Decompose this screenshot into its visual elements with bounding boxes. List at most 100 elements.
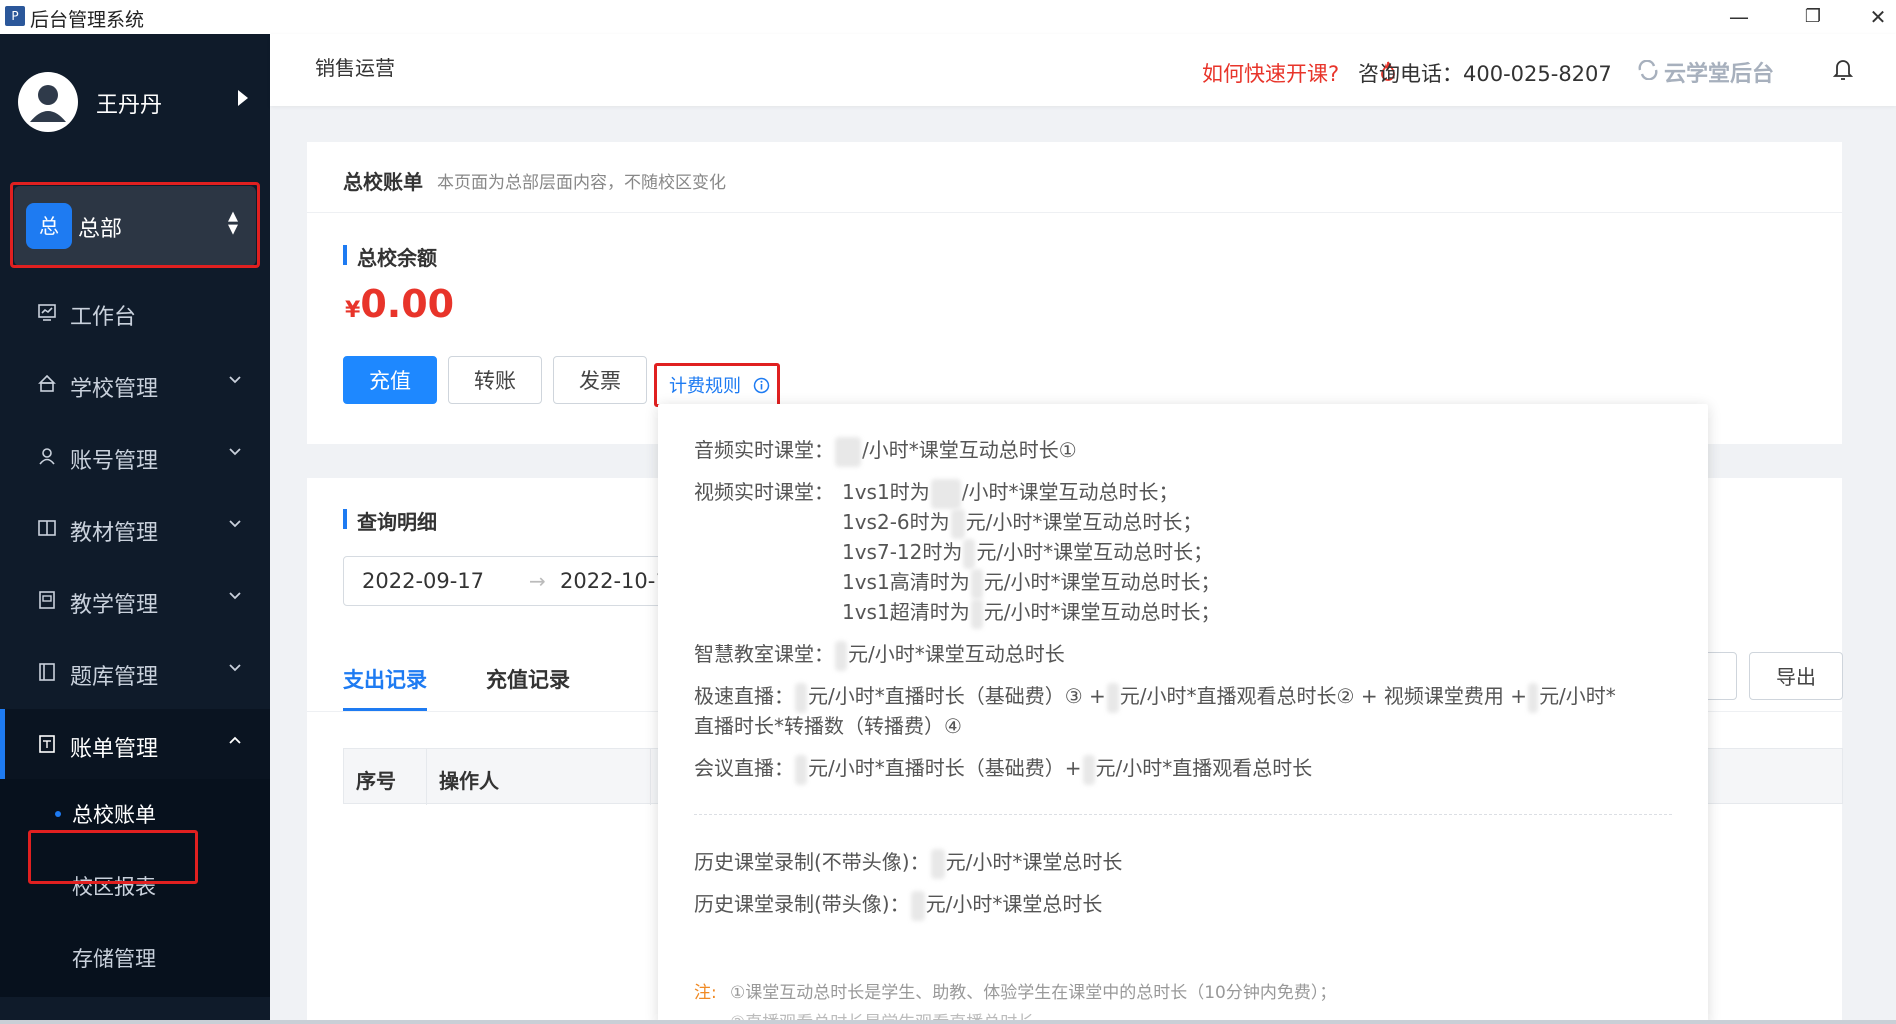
- balance-section-title: 总校余额: [343, 242, 437, 271]
- rule-fast-live-line2: 直播时长*转播数（转播费）④: [694, 714, 962, 738]
- submenu-label: 总校账单: [72, 803, 156, 827]
- user-name: 王丹丹: [96, 93, 163, 118]
- minimize-button[interactable]: —: [1714, 0, 1764, 34]
- bill-icon: [39, 735, 55, 753]
- menu-label: 教学管理: [70, 593, 159, 618]
- menu-item-teaching[interactable]: 教学管理: [0, 565, 270, 637]
- export-button[interactable]: 导出: [1749, 652, 1843, 700]
- menu-label: 题库管理: [70, 665, 159, 690]
- window-bottom-border: [0, 1020, 1896, 1024]
- redacted-price: [835, 436, 861, 467]
- rule-fast-live: 极速直播： 元/小时*直播时长（基础费）③ + 元/小时*直播观看总时长② + 视频…: [694, 680, 1616, 713]
- submenu-highlight-box: [28, 830, 198, 884]
- redacted-price: [835, 640, 847, 671]
- date-start: 2022-09-17: [362, 569, 485, 593]
- chevron-down-icon: [229, 448, 241, 456]
- currency-symbol: ¥: [345, 298, 361, 323]
- menu-item-school[interactable]: 学校管理: [0, 349, 270, 421]
- hotline-text: 咨询电话：400-025-8207: [1358, 62, 1612, 86]
- user-profile[interactable]: 王丹丹: [0, 34, 270, 164]
- note-label: 注:: [694, 983, 717, 1003]
- chevron-down-icon: [229, 376, 241, 384]
- bell-icon[interactable]: [1833, 58, 1853, 80]
- menu-label: 账号管理: [70, 449, 159, 474]
- tab-expense-records[interactable]: 支出记录: [343, 664, 427, 694]
- rule-history-avatar: 历史课堂录制(带头像)： 元/小时*课堂总时长: [694, 888, 1102, 921]
- billing-rules-popover: 音频实时课堂： /小时*课堂互动总时长① 视频实时课堂： 1vs1时为/小时*课堂…: [658, 404, 1708, 1024]
- column-header-operator: 操作人: [439, 769, 499, 793]
- chevron-up-icon: [229, 736, 241, 744]
- user-icon: [39, 448, 55, 465]
- rule-label: 音频实时课堂：: [694, 438, 834, 462]
- menu-label: 教材管理: [70, 521, 159, 546]
- transfer-button[interactable]: 转账: [448, 356, 542, 404]
- balance-amount: ¥0.00: [345, 282, 454, 326]
- rule-video-line: 1vs1超清时为 元/小时*课堂互动总时长；: [842, 596, 1220, 629]
- teaching-icon: [39, 591, 55, 609]
- page-subtitle: 本页面为总部层面内容，不随校区变化: [437, 173, 726, 193]
- detail-section-title: 查询明细: [343, 506, 437, 535]
- card-header: 总校账单 本页面为总部层面内容，不随校区变化: [307, 142, 1842, 213]
- app-icon: P: [5, 6, 25, 26]
- redacted-price: [970, 598, 983, 629]
- column-divider: [650, 749, 651, 805]
- active-indicator: [0, 709, 5, 781]
- balance-card: 总校账单 本页面为总部层面内容，不随校区变化 总校余额 ¥0.00 充值 转账 …: [307, 142, 1842, 444]
- recharge-button[interactable]: 充值: [343, 356, 437, 404]
- date-end: 2022-10-1: [560, 569, 669, 593]
- user-avatar-icon: [30, 85, 66, 122]
- rule-history-no-avatar: 历史课堂录制(不带头像)： 元/小时*课堂总时长: [694, 846, 1122, 879]
- tab-recharge-records[interactable]: 充值记录: [486, 664, 570, 694]
- note-text: ①课堂互动总时长是学生、助教、体验学生在课堂中的总时长（10分钟内免费）；: [730, 983, 1337, 1003]
- chevron-down-icon: [229, 520, 241, 528]
- question-bank-icon: [39, 663, 55, 681]
- school-icon: [38, 375, 56, 392]
- rule-audio: 音频实时课堂： /小时*课堂互动总时长①: [694, 434, 1077, 467]
- column-divider: [426, 749, 427, 805]
- redacted-price: [930, 478, 961, 509]
- submenu-label: 存储管理: [72, 947, 156, 971]
- campus-highlight-box: [10, 182, 260, 268]
- column-header-index: 序号: [356, 769, 396, 793]
- rule-video-label: 视频实时课堂：: [694, 480, 834, 504]
- avatar: [18, 72, 78, 132]
- restore-button[interactable]: ❐: [1788, 0, 1838, 34]
- refresh-logo-icon: [1638, 60, 1658, 80]
- menu-item-textbook[interactable]: 教材管理: [0, 493, 270, 565]
- breadcrumb[interactable]: 销售运营: [315, 52, 395, 81]
- menu-label: 工作台: [70, 305, 137, 330]
- billing-rules-highlight-box: [654, 363, 780, 407]
- expand-user-icon[interactable]: [238, 90, 248, 106]
- quick-start-link[interactable]: 如何快速开课?: [1202, 58, 1339, 88]
- chevron-down-icon: [229, 664, 241, 672]
- redacted-price: [970, 568, 983, 599]
- dashboard-icon: [38, 304, 56, 321]
- redacted-price: [795, 754, 807, 785]
- rule-text: /小时*课堂互动总时长①: [862, 438, 1077, 462]
- billing-submenu: 总校账单 校区报表 存储管理: [0, 779, 270, 997]
- menu-item-workbench[interactable]: 工作台: [0, 277, 270, 349]
- redacted-price: [1528, 682, 1539, 713]
- redacted-price: [963, 538, 976, 569]
- page-title: 总校账单: [343, 170, 423, 194]
- sidebar: 王丹丹 总 总部 ▲ ▼ 工作台 学校管理 账号管理 教材管理 教学管理 题库管理: [0, 34, 270, 1024]
- redacted-price: [950, 508, 965, 539]
- balance-value: 0.00: [360, 282, 455, 326]
- window-titlebar: P 后台管理系统 — ❐ ✕: [0, 0, 1896, 34]
- invoice-button[interactable]: 发票: [553, 356, 647, 404]
- brand-logo-text: 云学堂后台: [1664, 62, 1775, 87]
- top-header: 销售运营 如何快速开课? 咨询电话：400-025-8207 云学堂后台: [270, 34, 1896, 106]
- chevron-down-icon: [229, 592, 241, 600]
- rule-smart-classroom: 智慧教室课堂： 元/小时*课堂互动总时长: [694, 638, 1065, 671]
- close-button[interactable]: ✕: [1860, 0, 1896, 34]
- redacted-price: [1106, 682, 1119, 713]
- rule-video-line: 1vs7-12时为 元/小时*课堂互动总时长；: [842, 536, 1213, 569]
- popover-divider: [694, 814, 1672, 815]
- date-range-arrow-icon: →: [529, 569, 546, 593]
- menu-item-billing[interactable]: 账单管理: [0, 709, 270, 781]
- menu-item-account[interactable]: 账号管理: [0, 421, 270, 493]
- menu-item-question-bank[interactable]: 题库管理: [0, 637, 270, 709]
- redacted-price: [1082, 754, 1095, 785]
- book-icon: [38, 520, 56, 536]
- submenu-item-storage[interactable]: 存储管理: [0, 923, 270, 993]
